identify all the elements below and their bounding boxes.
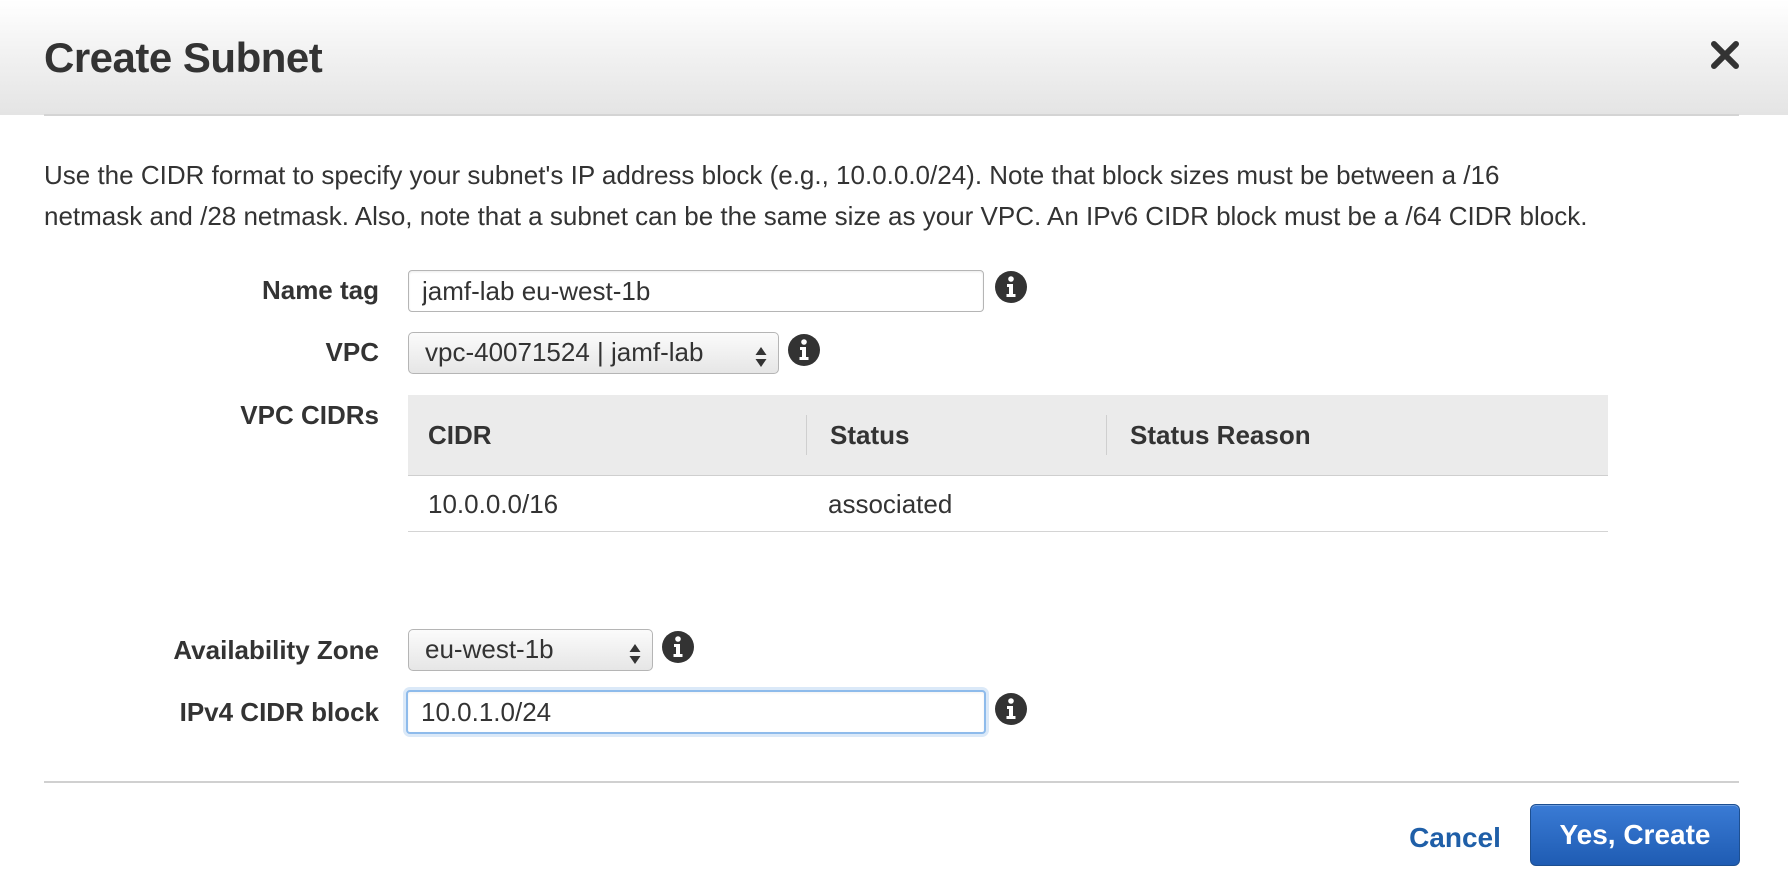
table-header: CIDR Status Status Reason [408, 395, 1608, 476]
column-header-status: Status [830, 420, 910, 450]
select-arrows-icon [754, 341, 768, 367]
info-icon[interactable] [661, 630, 695, 664]
cell-status: associated [828, 489, 953, 519]
table-row: 10.0.0.0/16 associated [408, 476, 1608, 532]
vpc-select[interactable]: vpc-40071524 | jamf-lab [408, 332, 779, 374]
cancel-button[interactable]: Cancel [1390, 815, 1520, 860]
header-divider [44, 114, 1739, 116]
column-divider [806, 415, 807, 455]
description-line-1: Use the CIDR format to specify your subn… [44, 160, 1500, 190]
vpc-label: VPC [325, 337, 379, 367]
select-arrows-icon [628, 638, 642, 664]
dialog-title: Create Subnet [44, 34, 323, 81]
cell-cidr: 10.0.0.0/16 [428, 489, 559, 519]
cell-status-reason [1110, 476, 1608, 532]
vpc-select-value: vpc-40071524 | jamf-lab [425, 337, 704, 367]
footer-divider [44, 781, 1739, 783]
yes-create-button[interactable]: Yes, Create [1530, 804, 1740, 866]
info-icon[interactable] [994, 270, 1028, 304]
vpc-cidrs-label: VPC CIDRs [240, 400, 379, 430]
column-header-status-reason: Status Reason [1130, 420, 1311, 450]
vpc-cidrs-table: CIDR Status Status Reason 10.0.0.0/16 as… [408, 395, 1608, 532]
availability-zone-label: Availability Zone [173, 635, 379, 665]
info-icon[interactable] [787, 333, 821, 367]
name-tag-input[interactable] [408, 270, 984, 312]
description-line-2: netmask and /28 netmask. Also, note that… [44, 201, 1588, 231]
column-divider [1106, 415, 1107, 455]
dialog-header: Create Subnet [0, 0, 1788, 115]
info-icon[interactable] [994, 692, 1028, 726]
name-tag-label: Name tag [261, 275, 379, 305]
availability-zone-select-value: eu-west-1b [425, 634, 554, 664]
close-icon[interactable] [1708, 38, 1742, 72]
availability-zone-select[interactable]: eu-west-1b [408, 629, 653, 671]
create-subnet-dialog: Create Subnet Use the CIDR format to spe… [0, 0, 1788, 890]
dialog-description: Use the CIDR format to specify your subn… [44, 155, 1754, 237]
ipv4-cidr-label: IPv4 CIDR block [179, 697, 379, 727]
column-header-cidr: CIDR [428, 420, 492, 450]
ipv4-cidr-input[interactable] [406, 690, 986, 734]
